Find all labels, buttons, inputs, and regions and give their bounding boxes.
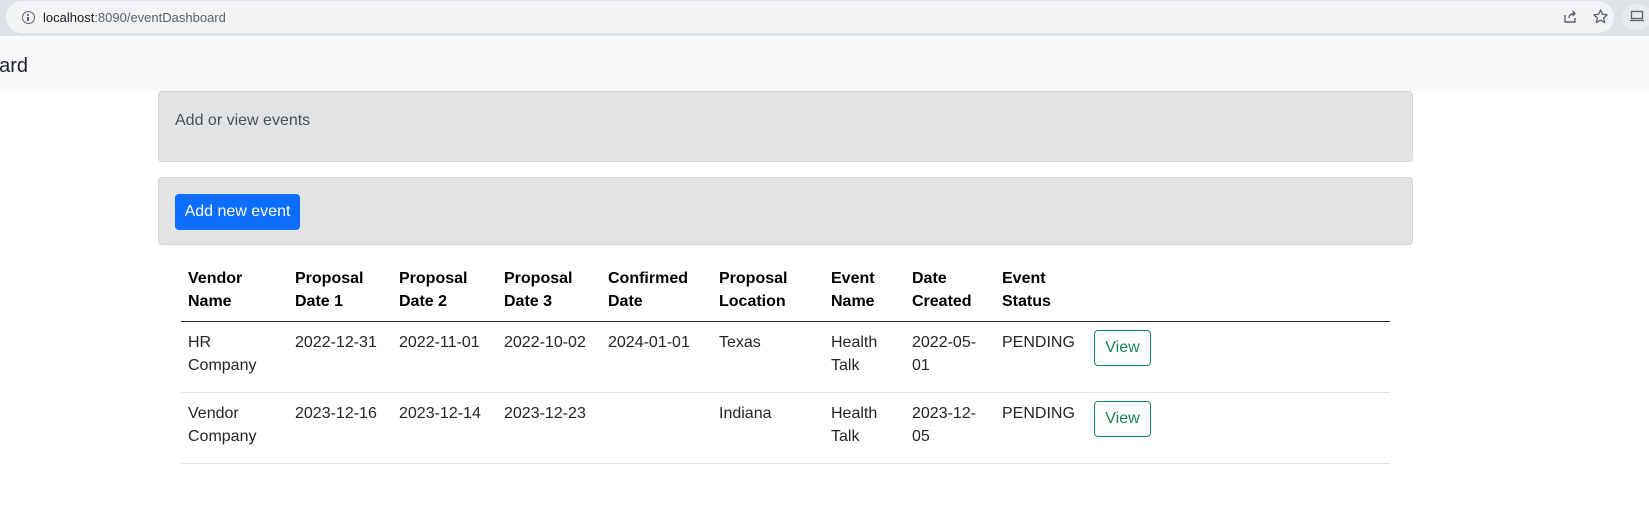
header-event-name: Event Name [831, 270, 875, 310]
star-icon[interactable] [1592, 8, 1609, 30]
header-proposal-location: Proposal Location [719, 270, 788, 310]
header-actions [1087, 258, 1390, 322]
header-event-status: Event Status [1002, 270, 1051, 310]
cell-proposal-date-3: 2023-12-23 [504, 405, 586, 422]
events-table-container: Vendor Name Proposal Date 1 Proposal Dat… [181, 258, 1390, 464]
url-host: localhost [43, 10, 95, 25]
table-row: Vendor Company 2023-12-16 2023-12-14 202… [181, 393, 1390, 464]
extension-icon[interactable] [1622, 4, 1649, 30]
view-event-button[interactable]: View [1094, 330, 1151, 366]
info-card-text: Add or view events [175, 112, 311, 129]
url-path: :8090/eventDashboard [94, 10, 226, 25]
cell-proposal-date-2: 2023-12-14 [399, 405, 481, 422]
cell-proposal-date-1: 2023-12-16 [295, 405, 377, 422]
cell-date-created: 2023-12-05 [912, 405, 977, 445]
cell-event-status: PENDING [1002, 334, 1075, 351]
cell-event-name: Health Talk [831, 405, 878, 445]
url-text[interactable]: localhost:8090/eventDashboard [43, 10, 226, 26]
header-date-created: Date Created [912, 270, 972, 310]
header-proposal-date-2: Proposal Date 2 [399, 270, 468, 310]
header-vendor-name: Vendor Name [188, 270, 243, 310]
cell-vendor-name: Vendor Company [188, 405, 257, 445]
cell-vendor-name: HR Company [188, 334, 257, 374]
cell-proposal-date-2: 2022-11-01 [399, 334, 480, 351]
cell-proposal-date-3: 2022-10-02 [504, 334, 586, 351]
header-confirmed-date: Confirmed Date [608, 270, 688, 310]
view-event-button[interactable]: View [1094, 401, 1151, 437]
add-new-event-button[interactable]: Add new event [175, 194, 300, 230]
table-header-row: Vendor Name Proposal Date 1 Proposal Dat… [181, 258, 1390, 322]
navbar-brand[interactable]: oard [0, 54, 28, 78]
cell-confirmed-date [601, 393, 712, 464]
header-proposal-date-3: Proposal Date 3 [504, 270, 573, 310]
info-card: Add or view events [158, 91, 1413, 162]
info-icon[interactable] [22, 11, 35, 24]
cell-actions: View [1087, 322, 1390, 393]
cell-proposal-date-1: 2022-12-31 [295, 334, 377, 351]
cell-event-name: Health Talk [831, 334, 878, 374]
actions-card: Add new event [158, 177, 1413, 245]
cell-date-created: 2022-05-01 [912, 334, 977, 374]
table-row: HR Company 2022-12-31 2022-11-01 2022-10… [181, 322, 1390, 393]
cell-event-status: PENDING [1002, 405, 1075, 422]
browser-toolbar: localhost:8090/eventDashboard [0, 0, 1649, 36]
cell-actions: View [1087, 393, 1390, 464]
cell-proposal-location: Indiana [719, 405, 772, 422]
header-proposal-date-1: Proposal Date 1 [295, 270, 364, 310]
navbar: oard [0, 36, 1649, 91]
cell-confirmed-date: 2024-01-01 [608, 334, 690, 351]
cell-proposal-location: Texas [719, 334, 761, 351]
address-bar[interactable]: localhost:8090/eventDashboard [6, 1, 1614, 33]
events-table: Vendor Name Proposal Date 1 Proposal Dat… [181, 258, 1390, 464]
share-icon[interactable] [1562, 9, 1578, 30]
